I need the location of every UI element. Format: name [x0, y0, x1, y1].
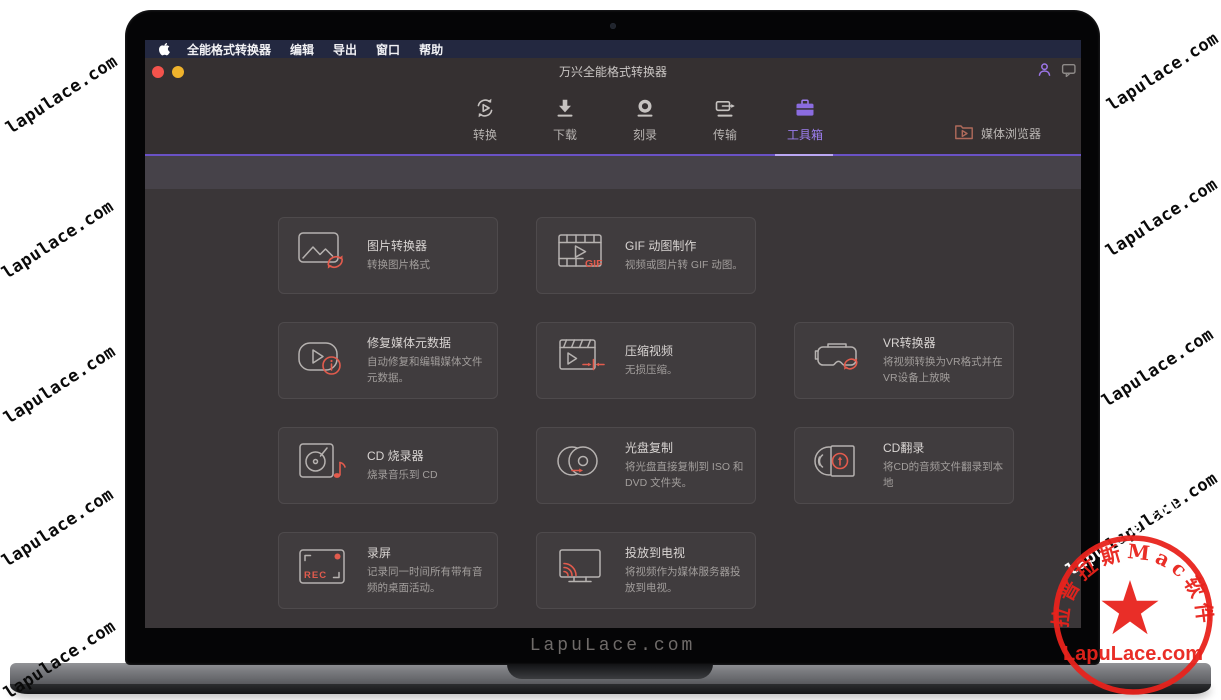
vr-converter-icon — [810, 334, 866, 387]
tab-transfer[interactable]: 传输 — [685, 85, 765, 154]
fix-metadata-icon — [294, 334, 350, 387]
tool-card-vr-converter[interactable]: VR转换器将视频转换为VR格式并在VR设备上放映 — [794, 322, 1014, 399]
convert-icon — [473, 94, 497, 122]
traffic-lights — [145, 66, 184, 78]
app-window: 全能格式转换器 编辑 导出 窗口 帮助 万兴全能格式转换器 — [145, 40, 1081, 628]
burn-icon — [633, 94, 657, 122]
watermark: lapulace.com — [1, 342, 120, 429]
tool-card-disc-copy[interactable]: 光盘复制将光盘直接复制到 ISO 和 DVD 文件夹。 — [536, 427, 756, 504]
download-icon — [553, 94, 577, 122]
title-bar: 万兴全能格式转换器 — [145, 58, 1081, 85]
tool-card-compress-video[interactable]: 压缩视频无损压缩。 — [536, 322, 756, 399]
transfer-icon — [713, 94, 737, 122]
stamp-star — [1102, 580, 1159, 634]
disc-copy-icon — [552, 439, 608, 492]
account-icon[interactable] — [1037, 62, 1052, 82]
tab-burn[interactable]: 刻录 — [605, 85, 685, 154]
toolbox-content: 图片转换器转换图片格式 GIF GIF 动图制作视频或图片转 GIF 动图。 修… — [145, 189, 1081, 628]
active-tab-indicator — [775, 154, 833, 156]
media-folder-icon — [954, 123, 974, 143]
screen-recorder-icon: REC — [294, 544, 350, 597]
window-title: 万兴全能格式转换器 — [145, 63, 1081, 80]
svg-text:REC: REC — [304, 570, 327, 581]
apple-menu[interactable] — [159, 42, 171, 56]
watermark: lapulace.com — [0, 197, 117, 284]
close-button[interactable] — [152, 66, 164, 78]
cast-to-tv-icon — [552, 544, 608, 597]
tool-card-cd-ripper[interactable]: CD翻录将CD的音频文件翻录到本地 — [794, 427, 1014, 504]
tab-convert[interactable]: 转换 — [445, 85, 525, 154]
laptop-hinge-notch — [507, 663, 713, 679]
toolbar-separator — [145, 154, 1081, 156]
tool-card-fix-metadata[interactable]: 修复媒体元数据自动修复和编辑媒体文件元数据。 — [278, 322, 498, 399]
tool-card-screen-recorder[interactable]: REC 录屏记录同一时间所有带有音频的桌面活动。 — [278, 532, 498, 609]
laptop-base — [10, 663, 1211, 694]
webcam-dot — [610, 23, 616, 29]
menu-item-edit[interactable]: 编辑 — [290, 41, 314, 58]
compress-video-icon — [552, 334, 608, 387]
tool-card-gif-maker[interactable]: GIF GIF 动图制作视频或图片转 GIF 动图。 — [536, 217, 756, 294]
cd-burner-icon — [294, 439, 350, 492]
laptop-base-bottom — [10, 684, 1211, 694]
tool-card-image-converter[interactable]: 图片转换器转换图片格式 — [278, 217, 498, 294]
watermark: lapulace.com — [0, 485, 117, 572]
svg-text:GIF: GIF — [585, 258, 603, 270]
cd-ripper-icon — [810, 439, 866, 492]
menu-item-appname[interactable]: 全能格式转换器 — [187, 41, 271, 58]
gif-maker-icon: GIF — [552, 229, 608, 282]
menu-item-window[interactable]: 窗口 — [376, 41, 400, 58]
menu-bar: 全能格式转换器 编辑 导出 窗口 帮助 — [145, 40, 1081, 58]
bezel-brand-text: LapuLace.com — [125, 636, 1100, 656]
tab-download[interactable]: 下载 — [525, 85, 605, 154]
watermark: lapulace.com — [1104, 29, 1221, 116]
toolbox-icon — [793, 94, 817, 122]
watermark: lapulace.com — [1103, 175, 1221, 262]
page-background: lapulace.com lapulace.com lapulace.com l… — [0, 0, 1221, 700]
tool-card-cd-burner[interactable]: CD 烧录器烧录音乐到 CD — [278, 427, 498, 504]
toolbar: 转换 下载 刻录 — [145, 85, 1081, 154]
menu-item-export[interactable]: 导出 — [333, 41, 357, 58]
tools-grid: 图片转换器转换图片格式 GIF GIF 动图制作视频或图片转 GIF 动图。 修… — [278, 217, 1014, 609]
minimize-button[interactable] — [172, 66, 184, 78]
watermark: lapulace.com — [1099, 325, 1218, 412]
laptop-screen: 全能格式转换器 编辑 导出 窗口 帮助 万兴全能格式转换器 — [125, 10, 1100, 665]
tab-toolbox[interactable]: 工具箱 — [765, 85, 845, 154]
feedback-chat-icon[interactable] — [1061, 62, 1076, 82]
watermark: lapulace.com — [3, 52, 122, 139]
menu-item-help[interactable]: 帮助 — [419, 41, 443, 58]
sub-toolbar — [145, 156, 1081, 189]
media-browser-button[interactable]: 媒体浏览器 — [954, 123, 1041, 143]
tool-card-cast-to-tv[interactable]: 投放到电视将视频作为媒体服务器投放到电视。 — [536, 532, 756, 609]
stamp-bottom-text: LapuLace.com — [1063, 643, 1203, 665]
lapulace-stamp: 拉普拉斯Mac软件 LapuLace.com — [1046, 528, 1221, 700]
image-converter-icon — [294, 229, 350, 282]
